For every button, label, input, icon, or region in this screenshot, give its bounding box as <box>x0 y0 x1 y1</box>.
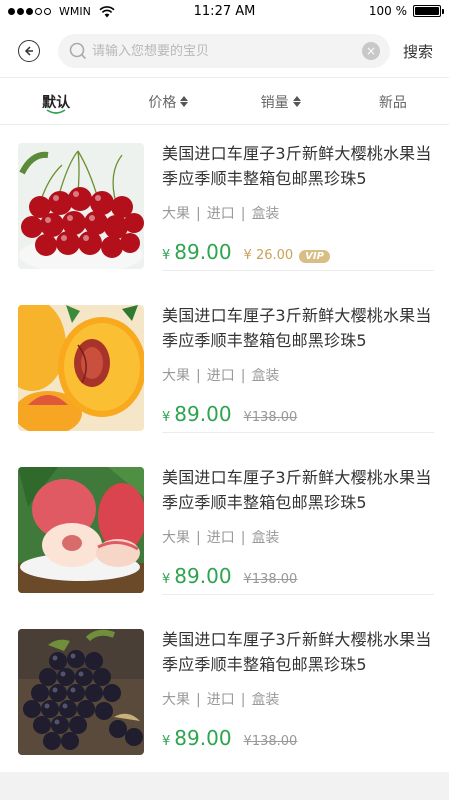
product-tags: 大果 | 进口 | 盒装 <box>162 368 280 384</box>
status-bar: WMIN 11:27 AM 100 % <box>0 0 449 24</box>
product-info: 美国进口车厘子3斤新鲜大樱桃水果当季应季顺丰整箱包邮黑珍珠5 大果 | 进口 | 盒装 … <box>162 465 434 595</box>
product-info: 美国进口车厘子3斤新鲜大樱桃水果当季应季顺丰整箱包邮黑珍珠5 大果 | 进口 | 盒装 … <box>162 141 434 271</box>
product-image-yellow-peach[interactable] <box>18 305 144 431</box>
product-title[interactable]: 美国进口车厘子3斤新鲜大樱桃水果当季应季顺丰整箱包邮黑珍珠5 <box>162 627 434 677</box>
vip-badge: VIP <box>299 250 330 263</box>
product-tag: 盒装 <box>251 206 280 222</box>
sort-arrows-icon <box>180 96 189 107</box>
search-icon <box>69 42 87 60</box>
product-item[interactable]: 美国进口车厘子3斤新鲜大樱桃水果当季应季顺丰整箱包邮黑珍珠5 大果 | 进口 | 盒装 … <box>0 449 449 611</box>
product-title[interactable]: 美国进口车厘子3斤新鲜大樱桃水果当季应季顺丰整箱包邮黑珍珠5 <box>162 141 434 191</box>
bottom-bar <box>0 772 449 800</box>
product-tags: 大果 | 进口 | 盒装 <box>162 692 280 708</box>
original-price: ¥138.00 <box>243 734 298 749</box>
tab-price-label: 价格 <box>148 94 177 111</box>
price-row: ¥89.00 ¥ 26.00 VIP <box>162 240 330 264</box>
product-tags: 大果 | 进口 | 盒装 <box>162 530 280 546</box>
clear-search-button[interactable]: × <box>362 42 380 60</box>
original-price: ¥138.00 <box>243 410 298 425</box>
back-arrow-icon <box>24 46 33 56</box>
price-row: ¥89.00 ¥138.00 <box>162 726 297 750</box>
product-tag: 进口 <box>206 692 235 708</box>
product-tag: 进口 <box>206 206 235 222</box>
search-input[interactable] <box>92 43 362 59</box>
tab-new[interactable]: 新品 <box>337 79 449 124</box>
tab-default[interactable]: 默认 <box>0 79 112 124</box>
vip-price: ¥ 26.00 <box>243 248 294 263</box>
sort-arrows-icon <box>292 96 301 107</box>
price-row: ¥89.00 ¥138.00 <box>162 402 297 426</box>
search-header: × 搜索 <box>0 24 449 78</box>
product-tag: 盒装 <box>251 530 280 546</box>
price-row: ¥89.00 ¥138.00 <box>162 564 297 588</box>
product-tags: 大果 | 进口 | 盒装 <box>162 206 280 222</box>
product-tag: 盒装 <box>251 368 280 384</box>
battery-percent: 100 % <box>368 4 407 18</box>
tab-sales-label: 销量 <box>260 94 289 111</box>
product-list: 美国进口车厘子3斤新鲜大樱桃水果当季应季顺丰整箱包邮黑珍珠5 大果 | 进口 | 盒装 … <box>0 125 449 773</box>
product-image-cherries[interactable] <box>18 143 144 269</box>
product-image-white-peach[interactable] <box>18 467 144 593</box>
search-button[interactable]: 搜索 <box>403 41 433 62</box>
product-tag: 大果 <box>162 692 190 708</box>
tab-price[interactable]: 价格 <box>112 79 224 124</box>
product-item[interactable]: 美国进口车厘子3斤新鲜大樱桃水果当季应季顺丰整箱包邮黑珍珠5 大果 | 进口 | 盒装 … <box>0 125 449 287</box>
tab-sales[interactable]: 销量 <box>225 79 337 124</box>
battery-icon <box>413 5 444 17</box>
product-tag: 进口 <box>206 530 235 546</box>
product-info: 美国进口车厘子3斤新鲜大樱桃水果当季应季顺丰整箱包邮黑珍珠5 大果 | 进口 | 盒装 … <box>162 303 434 433</box>
product-tag: 大果 <box>162 530 190 546</box>
product-info: 美国进口车厘子3斤新鲜大樱桃水果当季应季顺丰整箱包邮黑珍珠5 大果 | 进口 | 盒装 … <box>162 627 434 757</box>
sort-bar: 默认 价格 销量 新品 <box>0 79 449 125</box>
product-price: ¥89.00 <box>162 564 232 588</box>
tab-new-label: 新品 <box>378 94 407 111</box>
product-price: ¥89.00 <box>162 726 232 750</box>
product-tag: 盒装 <box>251 692 280 708</box>
search-box[interactable]: × <box>58 34 390 68</box>
back-button[interactable] <box>18 40 40 62</box>
product-item[interactable]: 美国进口车厘子3斤新鲜大樱桃水果当季应季顺丰整箱包邮黑珍珠5 大果 | 进口 | 盒装 … <box>0 287 449 449</box>
product-image-grapes[interactable] <box>18 629 144 755</box>
product-tag: 大果 <box>162 368 190 384</box>
status-right: 100 % <box>368 4 444 18</box>
active-indicator-icon <box>46 109 66 114</box>
product-title[interactable]: 美国进口车厘子3斤新鲜大樱桃水果当季应季顺丰整箱包邮黑珍珠5 <box>162 303 434 353</box>
product-price: ¥89.00 <box>162 240 232 264</box>
product-price: ¥89.00 <box>162 402 232 426</box>
product-item[interactable]: 美国进口车厘子3斤新鲜大樱桃水果当季应季顺丰整箱包邮黑珍珠5 大果 | 进口 | 盒装 … <box>0 611 449 773</box>
product-tag: 进口 <box>206 368 235 384</box>
product-title[interactable]: 美国进口车厘子3斤新鲜大樱桃水果当季应季顺丰整箱包邮黑珍珠5 <box>162 465 434 515</box>
original-price: ¥138.00 <box>243 572 298 587</box>
product-tag: 大果 <box>162 206 190 222</box>
